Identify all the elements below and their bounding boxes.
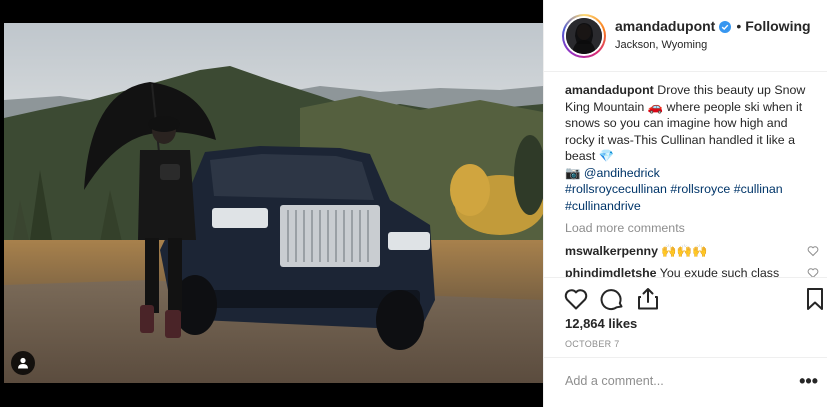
share-icon[interactable]: [635, 286, 661, 312]
mention-link[interactable]: @andihedrick: [584, 166, 660, 180]
post-sidebar: amandadupont • Following Jackson, Wyomin…: [543, 0, 827, 407]
following-button[interactable]: Following: [745, 18, 810, 34]
header-username[interactable]: amandadupont: [615, 18, 715, 34]
hashtag-link[interactable]: #rollsroycecullinan: [565, 182, 667, 196]
likes-count[interactable]: 12,864 likes: [565, 316, 637, 331]
comment-item: mswalkerpenny 🙌🙌🙌: [565, 243, 819, 265]
verified-badge-icon: [719, 20, 732, 33]
comment-icon[interactable]: [599, 286, 625, 312]
comment-text: 🙌🙌🙌: [657, 243, 708, 258]
comment-like-icon[interactable]: [807, 267, 819, 278]
post-photo[interactable]: [0, 0, 543, 407]
more-options-icon[interactable]: •••: [799, 372, 818, 390]
comment-username[interactable]: phindimdletshe: [565, 266, 657, 278]
hashtag-link[interactable]: #rollsroyce: [670, 182, 730, 196]
comments-section[interactable]: amandadupont Drove this beauty up Snow K…: [565, 82, 819, 277]
post-date: OCTOBER 7: [565, 339, 620, 349]
user-tag-icon[interactable]: [11, 351, 35, 375]
add-comment-bar: •••: [544, 357, 827, 407]
post-image: [0, 0, 543, 407]
caption-username[interactable]: amandadupont: [565, 83, 654, 97]
post-header: amandadupont • Following Jackson, Wyomin…: [544, 0, 827, 72]
heart-icon[interactable]: [563, 286, 589, 312]
avatar[interactable]: [562, 14, 606, 58]
comment-text: You exude such class: [656, 265, 780, 278]
add-comment-input[interactable]: [565, 374, 785, 388]
comment-like-icon[interactable]: [807, 245, 819, 257]
bookmark-icon[interactable]: [802, 286, 827, 312]
hashtag-link[interactable]: #cullinan: [734, 182, 783, 196]
action-bar: [544, 277, 827, 319]
caption: amandadupont Drove this beauty up Snow K…: [565, 82, 819, 214]
location-link[interactable]: Jackson, Wyoming: [615, 39, 707, 51]
camera-emoji: 📷: [565, 165, 584, 180]
hashtag-link[interactable]: #cullinandrive: [565, 199, 641, 213]
separator-dot: •: [736, 18, 742, 34]
comment-username[interactable]: mswalkerpenny: [565, 244, 658, 258]
comment-item: phindimdletshe You exude such class: [565, 265, 819, 278]
load-more-comments-button[interactable]: Load more comments: [565, 220, 819, 237]
